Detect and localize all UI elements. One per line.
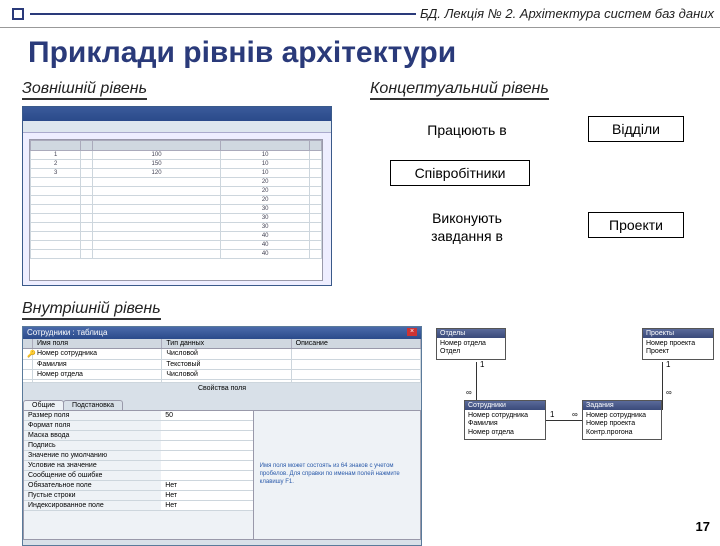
table-row: 40 bbox=[31, 232, 322, 241]
design-titlebar: Сотрудники : таблица × bbox=[23, 327, 421, 339]
table-row: 215010 bbox=[31, 160, 322, 169]
close-icon[interactable]: × bbox=[407, 328, 417, 336]
page-title: Приклади рівнів архітектури bbox=[28, 36, 720, 70]
relation-tasks-1: Виконують bbox=[412, 210, 522, 226]
props-caption: Свойства поля bbox=[23, 383, 421, 394]
cardinality-one: 1 bbox=[550, 410, 554, 419]
table-row: 30 bbox=[31, 205, 322, 214]
table-row: 30 bbox=[31, 214, 322, 223]
cardinality-one: 1 bbox=[480, 360, 484, 369]
col-description: Описание bbox=[292, 339, 421, 348]
table-row: 40 bbox=[31, 250, 322, 259]
breadcrumb: БД. Лекція № 2. Архітектура систем баз д… bbox=[420, 6, 714, 21]
external-heading: Зовнішній рівень bbox=[22, 80, 147, 100]
table-row: ФамилияТекстовый bbox=[23, 360, 421, 370]
er-projects: Проекты Номер проектаПроект bbox=[642, 328, 714, 360]
slide-header: БД. Лекція № 2. Архітектура систем баз д… bbox=[0, 0, 720, 28]
table-row: 40 bbox=[31, 241, 322, 250]
header-line bbox=[30, 13, 416, 15]
internal-heading: Внутрішній рівень bbox=[22, 300, 161, 320]
col-datatype: Тип данных bbox=[162, 339, 291, 348]
er-employees: Сотрудники Номер сотрудникаФамилияНомер … bbox=[464, 400, 546, 440]
table-row: Номер отделаЧисловой bbox=[23, 370, 421, 380]
col-fieldname: Имя поля bbox=[33, 339, 162, 348]
conceptual-section: Концептуальний рівень bbox=[370, 80, 549, 104]
table-row: 20 bbox=[31, 187, 322, 196]
table-row: 20 bbox=[31, 178, 322, 187]
cardinality-many: ∞ bbox=[466, 388, 472, 397]
er-link bbox=[662, 362, 663, 400]
table-row: 110010 bbox=[31, 151, 322, 160]
entity-projects: Проекти bbox=[588, 212, 684, 238]
er-link bbox=[546, 420, 582, 421]
design-columns: Имя поля Тип данных Описание bbox=[23, 339, 421, 349]
er-schema: Отделы Номер отделаОтдел Проекты Номер п… bbox=[432, 328, 716, 498]
cardinality-one: 1 bbox=[666, 360, 670, 369]
external-grid-window: 110010 215010 312010 20 20 20 30 30 30 4… bbox=[22, 106, 332, 286]
er-tasks: Задания Номер сотрудникаНомер проектаКон… bbox=[582, 400, 662, 440]
table-design-window: Сотрудники : таблица × Имя поля Тип данн… bbox=[22, 326, 422, 546]
grid-area: 110010 215010 312010 20 20 20 30 30 30 4… bbox=[29, 139, 323, 281]
external-section: Зовнішній рівень 110010 215010 312010 20… bbox=[22, 80, 222, 286]
tab-lookup[interactable]: Подстановка bbox=[63, 400, 123, 410]
props-help: Имя поля может состоять из 64 знаков с у… bbox=[254, 411, 420, 539]
er-departments: Отделы Номер отделаОтдел bbox=[436, 328, 506, 360]
entity-departments: Відділи bbox=[588, 116, 684, 142]
table-row: 30 bbox=[31, 223, 322, 232]
relation-tasks-2: завдання в bbox=[412, 228, 522, 244]
page-number: 17 bbox=[696, 519, 710, 534]
cardinality-many: ∞ bbox=[666, 388, 672, 397]
tab-general[interactable]: Общие bbox=[23, 400, 64, 410]
design-rows: 🔑Номер сотрудникаЧисловой ФамилияТекстов… bbox=[23, 349, 421, 383]
er-link bbox=[476, 362, 477, 400]
conceptual-heading: Концептуальний рівень bbox=[370, 80, 549, 100]
key-icon: 🔑 bbox=[23, 349, 33, 359]
table-row: 20 bbox=[31, 196, 322, 205]
table-row: 🔑Номер сотрудникаЧисловой bbox=[23, 349, 421, 360]
relation-works-in: Працюють в bbox=[412, 122, 522, 138]
entity-employees: Співробітники bbox=[390, 160, 530, 186]
table-row: 312010 bbox=[31, 169, 322, 178]
er-link bbox=[662, 400, 663, 410]
internal-section: Внутрішній рівень Сотрудники : таблица ×… bbox=[22, 300, 422, 546]
grid-titlebar bbox=[23, 107, 331, 121]
props-tabs: Общие Подстановка bbox=[23, 400, 421, 410]
grid-menubar bbox=[23, 121, 331, 133]
props-panel: Размер поля50 Формат поля Маска ввода По… bbox=[23, 410, 421, 540]
cardinality-many: ∞ bbox=[572, 410, 578, 419]
design-title-text: Сотрудники : таблица bbox=[27, 328, 107, 338]
header-bullet-icon bbox=[12, 8, 24, 20]
